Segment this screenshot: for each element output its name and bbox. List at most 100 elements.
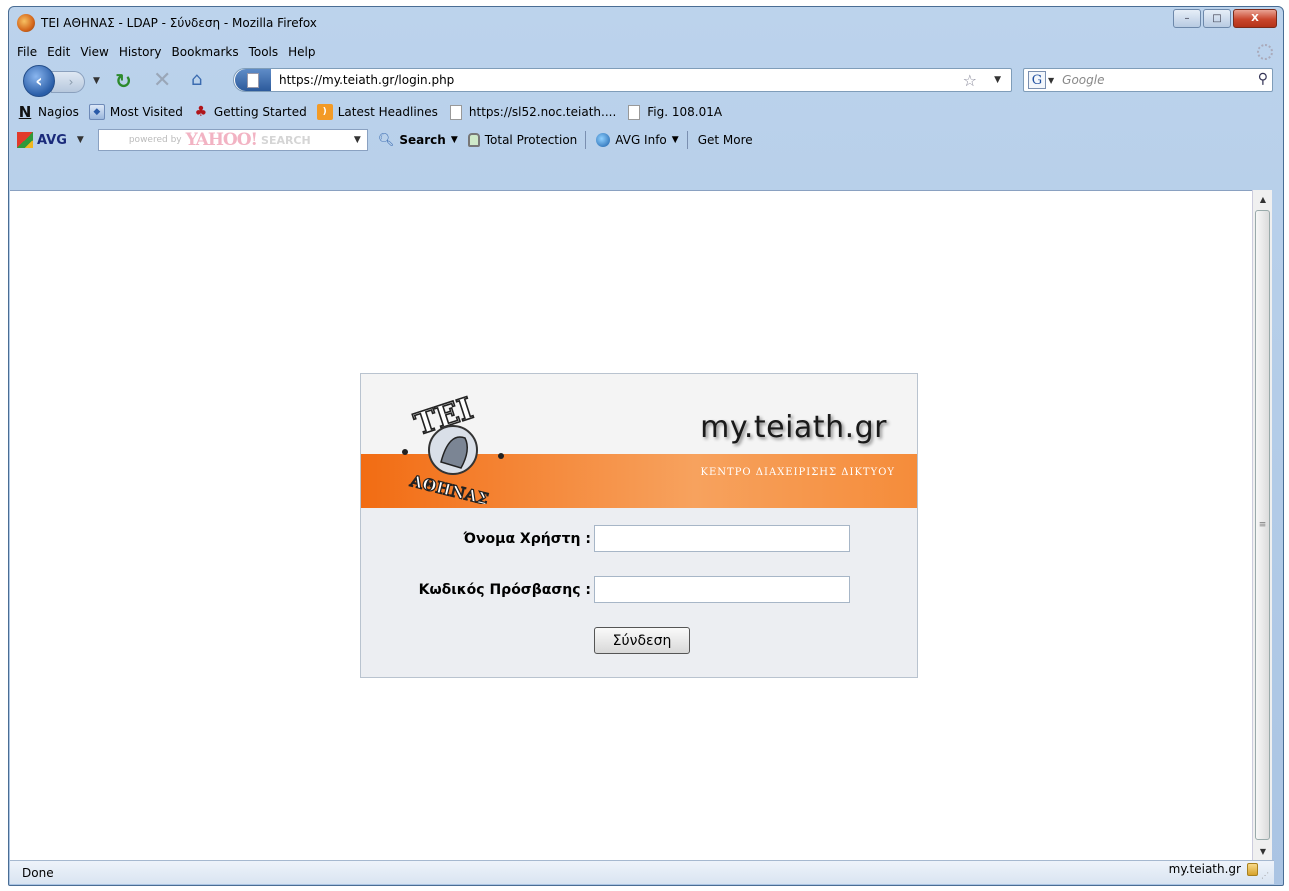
bookmark-label: Fig. 108.01A <box>647 105 723 119</box>
yahoo-search-label: SEARCH <box>261 133 311 147</box>
username-input[interactable] <box>594 525 850 552</box>
total-protection-label: Total Protection <box>484 133 578 147</box>
avg-info-dropdown-icon[interactable]: ▼ <box>672 135 679 145</box>
bookmark-label: Getting Started <box>213 105 307 119</box>
scroll-down-icon[interactable]: ▼ <box>1253 842 1273 860</box>
search-engine-dropdown-icon[interactable]: ▼ <box>1048 76 1054 85</box>
status-bar: Done my.teiath.gr ⋰ <box>10 860 1274 884</box>
logo-bottom-text: ΑΘΗΝΑΣ <box>407 471 490 504</box>
toolbar-separator <box>585 131 587 149</box>
password-input[interactable] <box>594 576 850 603</box>
rss-icon: ) <box>316 104 333 120</box>
nagios-icon: N <box>18 103 32 121</box>
yahoo-powered-by: powered by <box>128 135 182 145</box>
password-row: Κωδικός Πρόσβασης : <box>401 576 850 603</box>
scroll-up-icon[interactable]: ▲ <box>1253 190 1273 208</box>
reload-icon[interactable]: ↻ <box>115 69 132 93</box>
vertical-scrollbar[interactable]: ▲ ≡ ▼ <box>1252 190 1272 860</box>
site-title: my.teiath.gr <box>700 410 887 445</box>
home-icon[interactable]: ⌂ <box>191 69 202 90</box>
toolbar-separator <box>686 131 688 149</box>
login-submit-button[interactable]: Σύνδεση <box>594 627 690 654</box>
search-box[interactable]: G ▼ Google ⚲ <box>1023 68 1273 92</box>
search-button[interactable]: 🔍︎ Search ▼ <box>378 133 458 148</box>
bookmark-star-icon[interactable]: ☆ <box>963 71 977 90</box>
username-label: Όνομα Χρήστη : <box>463 530 591 547</box>
bookmark-label: Latest Headlines <box>337 105 438 119</box>
search-icon[interactable]: ⚲ <box>1258 71 1268 87</box>
avg-dropdown-icon[interactable]: ▼ <box>77 135 84 145</box>
minimize-button[interactable]: – <box>1173 9 1201 28</box>
resize-grip-icon[interactable]: ⋰ <box>1261 871 1273 883</box>
get-more-button[interactable]: Get More <box>698 133 753 147</box>
search-label: Search <box>399 133 446 147</box>
menu-edit[interactable]: Edit <box>47 45 70 59</box>
url-dropdown-icon[interactable]: ▼ <box>994 75 1001 85</box>
bookmarks-toolbar: N Nagios ◆ Most Visited ♣ Getting Starte… <box>9 99 1283 125</box>
avg-info-label: AVG Info <box>615 133 667 147</box>
bookmark-getting-started[interactable]: ♣ Getting Started <box>193 104 307 120</box>
forward-button[interactable]: › <box>51 71 85 93</box>
tei-logo: ΤΕΙ ΑΘΗΝΑΣ <box>402 390 504 504</box>
yahoo-search-input[interactable]: powered by YAHOO! SEARCH ▼ <box>97 129 368 151</box>
padlock-icon[interactable] <box>1247 862 1258 876</box>
stop-icon[interactable]: ✕ <box>153 68 171 93</box>
page-icon <box>247 72 259 88</box>
bookmark-label: Most Visited <box>109 105 183 119</box>
avg-info-button[interactable]: AVG Info ▼ <box>596 133 679 147</box>
get-more-label: Get More <box>697 133 753 147</box>
bookmark-sl52[interactable]: https://sl52.noc.teiath.... <box>448 104 616 120</box>
navigation-bar: › ‹ ▼ ↻ ✕ ⌂ https://my.teiath.gr/login.p… <box>9 63 1283 99</box>
throbber-icon <box>1257 44 1273 60</box>
menu-bookmarks[interactable]: Bookmarks <box>172 45 239 59</box>
page-icon <box>626 104 642 120</box>
window-title: ΤΕΙ ΑΘΗΝΑΣ - LDAP - Σύνδεση - Mozilla Fi… <box>41 16 317 30</box>
bookmark-label: Nagios <box>38 105 79 119</box>
menu-tools[interactable]: Tools <box>249 45 279 59</box>
yahoo-dropdown-icon[interactable]: ▼ <box>354 135 361 145</box>
history-dropdown-icon[interactable]: ▼ <box>93 76 100 86</box>
protection-lock-icon <box>467 133 480 147</box>
yahoo-logo: YAHOO! <box>185 130 258 150</box>
avg-info-icon <box>596 133 611 147</box>
scroll-thumb[interactable]: ≡ <box>1255 210 1270 840</box>
menu-help[interactable]: Help <box>288 45 315 59</box>
most-visited-icon: ◆ <box>88 104 105 120</box>
getting-started-icon: ♣ <box>194 104 208 120</box>
status-text: Done <box>22 865 54 880</box>
username-row: Όνομα Χρήστη : <box>401 525 850 552</box>
menu-history[interactable]: History <box>119 45 162 59</box>
url-bar[interactable]: https://my.teiath.gr/login.php ☆ ▼ <box>233 68 1012 92</box>
status-site[interactable]: my.teiath.gr <box>1169 862 1258 876</box>
close-button[interactable]: X <box>1233 9 1277 28</box>
search-dropdown-icon[interactable]: ▼ <box>451 135 458 145</box>
window-controls: – □ X <box>1173 9 1277 28</box>
menu-view[interactable]: View <box>80 45 108 59</box>
page-icon <box>448 104 464 120</box>
bookmark-latest-headlines[interactable]: ) Latest Headlines <box>316 104 438 120</box>
login-banner: ΤΕΙ ΑΘΗΝΑΣ my.teiath.gr ΚΕΝΤΡΟ ΔΙΑΧΕΙΡΙΣ… <box>361 374 917 508</box>
bookmark-fig[interactable]: Fig. 108.01A <box>626 104 722 120</box>
search-placeholder[interactable]: Google <box>1062 73 1104 87</box>
avg-logo-icon <box>17 132 33 148</box>
site-identity-button[interactable] <box>235 69 271 91</box>
menu-file[interactable]: File <box>17 45 37 59</box>
login-panel: ΤΕΙ ΑΘΗΝΑΣ my.teiath.gr ΚΕΝΤΡΟ ΔΙΑΧΕΙΡΙΣ… <box>360 373 918 678</box>
banner-subtitle: ΚΕΝΤΡΟ ΔΙΑΧΕΙΡΙΣΗΣ ΔΙΚΤΥΟΥ <box>700 467 895 478</box>
back-button[interactable]: ‹ <box>23 65 55 97</box>
google-icon[interactable]: G <box>1028 71 1046 89</box>
url-text[interactable]: https://my.teiath.gr/login.php <box>279 73 454 87</box>
maximize-button[interactable]: □ <box>1203 9 1231 28</box>
avg-toolbar: AVG ▼ powered by YAHOO! SEARCH ▼ 🔍︎ Sear… <box>9 125 1283 155</box>
menu-bar: File Edit View History Bookmarks Tools H… <box>9 41 1283 63</box>
status-site-label: my.teiath.gr <box>1168 862 1241 876</box>
bookmark-nagios[interactable]: N Nagios <box>17 103 79 121</box>
bookmark-most-visited[interactable]: ◆ Most Visited <box>88 104 183 120</box>
password-label: Κωδικός Πρόσβασης : <box>418 581 591 598</box>
title-bar: ΤΕΙ ΑΘΗΝΑΣ - LDAP - Σύνδεση - Mozilla Fi… <box>9 7 1283 41</box>
total-protection-button[interactable]: Total Protection <box>467 133 578 147</box>
magnifier-icon: 🔍︎ <box>377 132 395 148</box>
avg-brand: AVG <box>37 132 67 148</box>
avg-menu-button[interactable]: AVG <box>17 132 67 148</box>
bookmark-label: https://sl52.noc.teiath.... <box>468 105 617 119</box>
